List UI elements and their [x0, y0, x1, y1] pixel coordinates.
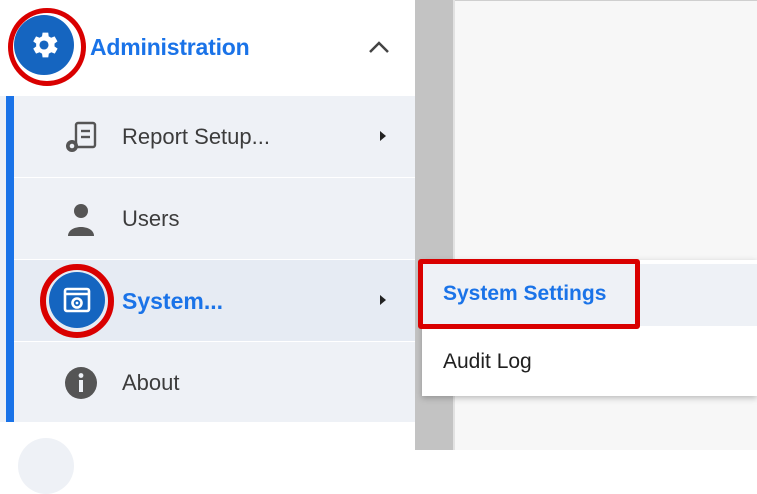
sidebar-item-label: Users: [122, 206, 180, 231]
sidebar-item-label: System...: [122, 288, 223, 314]
sidebar-item-about[interactable]: About: [14, 342, 415, 423]
report-settings-icon: [66, 121, 97, 152]
annotation-highlight-box: [418, 259, 640, 329]
administration-header[interactable]: Administration: [0, 0, 415, 96]
info-icon: [65, 367, 97, 399]
menu-item-audit-log[interactable]: Audit Log: [443, 350, 532, 374]
sidebar-item-users[interactable]: Users: [14, 178, 415, 259]
annotation-circle: [40, 264, 114, 338]
chevron-up-icon[interactable]: [366, 38, 392, 56]
active-accent-bar: [6, 96, 14, 422]
section-title: Administration: [90, 34, 250, 60]
sidebar-item-report-setup[interactable]: Report Setup...: [14, 96, 415, 177]
caret-right-icon: [380, 295, 386, 305]
sidebar-item-label: About: [122, 370, 180, 395]
annotation-circle: [8, 8, 86, 86]
content-top-border: [455, 0, 757, 5]
avatar[interactable]: [18, 438, 74, 494]
user-icon: [68, 204, 94, 236]
caret-right-icon: [380, 131, 386, 141]
sidebar-item-label: Report Setup...: [122, 124, 270, 149]
